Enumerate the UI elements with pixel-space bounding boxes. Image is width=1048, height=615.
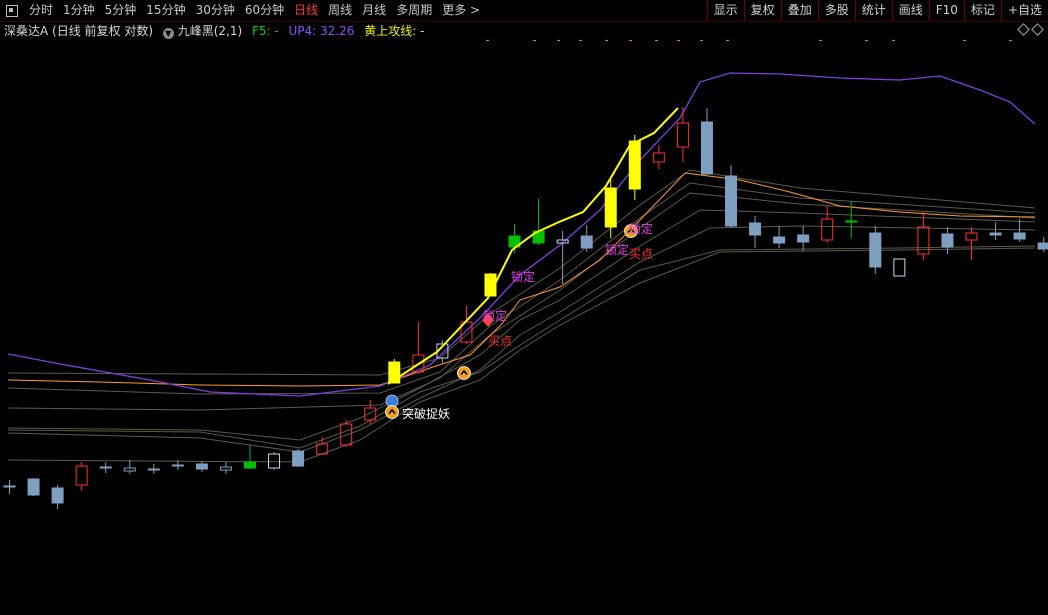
candle-body [604,187,617,228]
signal-label: 锁定 [483,308,507,323]
tab-weekly[interactable]: 周线 [323,0,357,21]
candle-body [99,466,112,469]
signal-dot [819,40,822,41]
signal-label: 买点 [488,334,512,348]
candle-body [171,464,184,467]
tab-multi-period[interactable]: 多周期 [391,0,437,21]
signal-label: 买点 [629,247,653,261]
stock-title: 深桑达A (日线 前复权 对数) [4,24,154,38]
signal-dot [1009,40,1012,41]
signal-label: 锁定 [629,221,653,236]
candle-body [749,222,762,236]
candle-body [676,122,689,148]
signal-dot [655,40,658,41]
signal-dot [605,40,608,41]
candle-body [1013,232,1026,240]
f5-value: F5: - [251,24,279,38]
indicator-name[interactable]: 九峰黑(2,1) [178,24,242,38]
band-line [7,192,1036,411]
window-icon[interactable] [6,4,18,17]
tab-60min[interactable]: 60分钟 [240,0,289,21]
tab-timeshare[interactable]: 分时 [24,0,58,21]
f10-button[interactable]: F10 [928,0,964,21]
overlay-button[interactable]: 叠加 [780,0,818,21]
tool-buttons: 显示 复权 叠加 多股 统计 画线 F10 标记 +自选 [706,0,1048,21]
indicator-info-bar: 深桑达A (日线 前复权 对数) ▼ 九峰黑(2,1) F5: - UP4: 3… [0,22,1048,40]
stats-button[interactable]: 统计 [854,0,892,21]
yellow-attack-line-value: 黄上攻线: - [364,24,425,38]
signal-dot [892,40,895,41]
up4-value: UP4: 32.26 [288,24,355,38]
candle-body [123,467,136,472]
signal-label: 锁定 [511,269,535,284]
candle-body [965,232,978,241]
candle-body [340,423,353,446]
signal-dot [677,40,680,41]
display-button[interactable]: 显示 [706,0,744,21]
candle-body [797,234,810,243]
candle-body [195,463,208,470]
candle-body [51,487,64,504]
candle-body [147,468,160,471]
draw-line-button[interactable]: 画线 [891,0,929,21]
candle-body [989,232,1002,236]
candle-body [700,121,713,175]
candle-body [556,239,569,244]
candle-body [292,450,305,467]
kline-chart[interactable]: 突破捉妖锁定锁定锁定锁定买点买点 [0,40,1048,615]
signal-badge [457,366,471,380]
tab-30min[interactable]: 30分钟 [191,0,240,21]
signal-dot [579,40,582,41]
indicator-settings-icon[interactable]: ▼ [162,28,174,39]
add-watchlist-button[interactable]: +自选 [1000,0,1048,21]
candle-body [773,236,786,244]
candle-body [869,232,882,268]
signal-dot [700,40,703,41]
candle-body [893,258,906,277]
tab-daily[interactable]: 日线 [289,0,323,21]
tab-more[interactable]: 更多 > [437,0,485,21]
period-tabs: 分时 1分钟 5分钟 15分钟 30分钟 60分钟 日线 周线 月线 多周期 更… [0,0,485,21]
signal-dot [486,40,489,41]
candle-body [628,140,641,190]
candle-body [821,218,834,241]
signal-dot [963,40,966,41]
signal-badge [385,405,399,419]
signal-dot [533,40,536,41]
candle-body [725,175,737,227]
candle-body [652,152,665,163]
signal-dot [557,40,560,41]
signal-dot [865,40,868,41]
tab-15min[interactable]: 15分钟 [141,0,190,21]
candle-body [75,465,88,486]
mark-button[interactable]: 标记 [963,0,1001,21]
adjust-button[interactable]: 复权 [743,0,781,21]
candle-body [1037,242,1048,250]
candle-body [845,220,858,223]
tab-1min[interactable]: 1分钟 [58,0,100,21]
tab-monthly[interactable]: 月线 [357,0,391,21]
signal-dot [726,40,729,41]
period-toolbar: 分时 1分钟 5分钟 15分钟 30分钟 60分钟 日线 周线 月线 多周期 更… [0,0,1048,22]
signal-dot [629,40,632,41]
candle-body [219,466,232,471]
signal-label: 突破捉妖 [402,406,450,421]
multi-stock-button[interactable]: 多股 [817,0,855,21]
candle-body [3,485,16,488]
band-line [7,182,1036,395]
tab-5min[interactable]: 5分钟 [100,0,142,21]
candle-body [580,235,593,249]
candle-body [268,453,281,469]
signal-label: 锁定 [605,242,629,257]
candle-body [941,233,954,248]
candle-body [27,478,40,496]
candle-body [244,461,256,469]
